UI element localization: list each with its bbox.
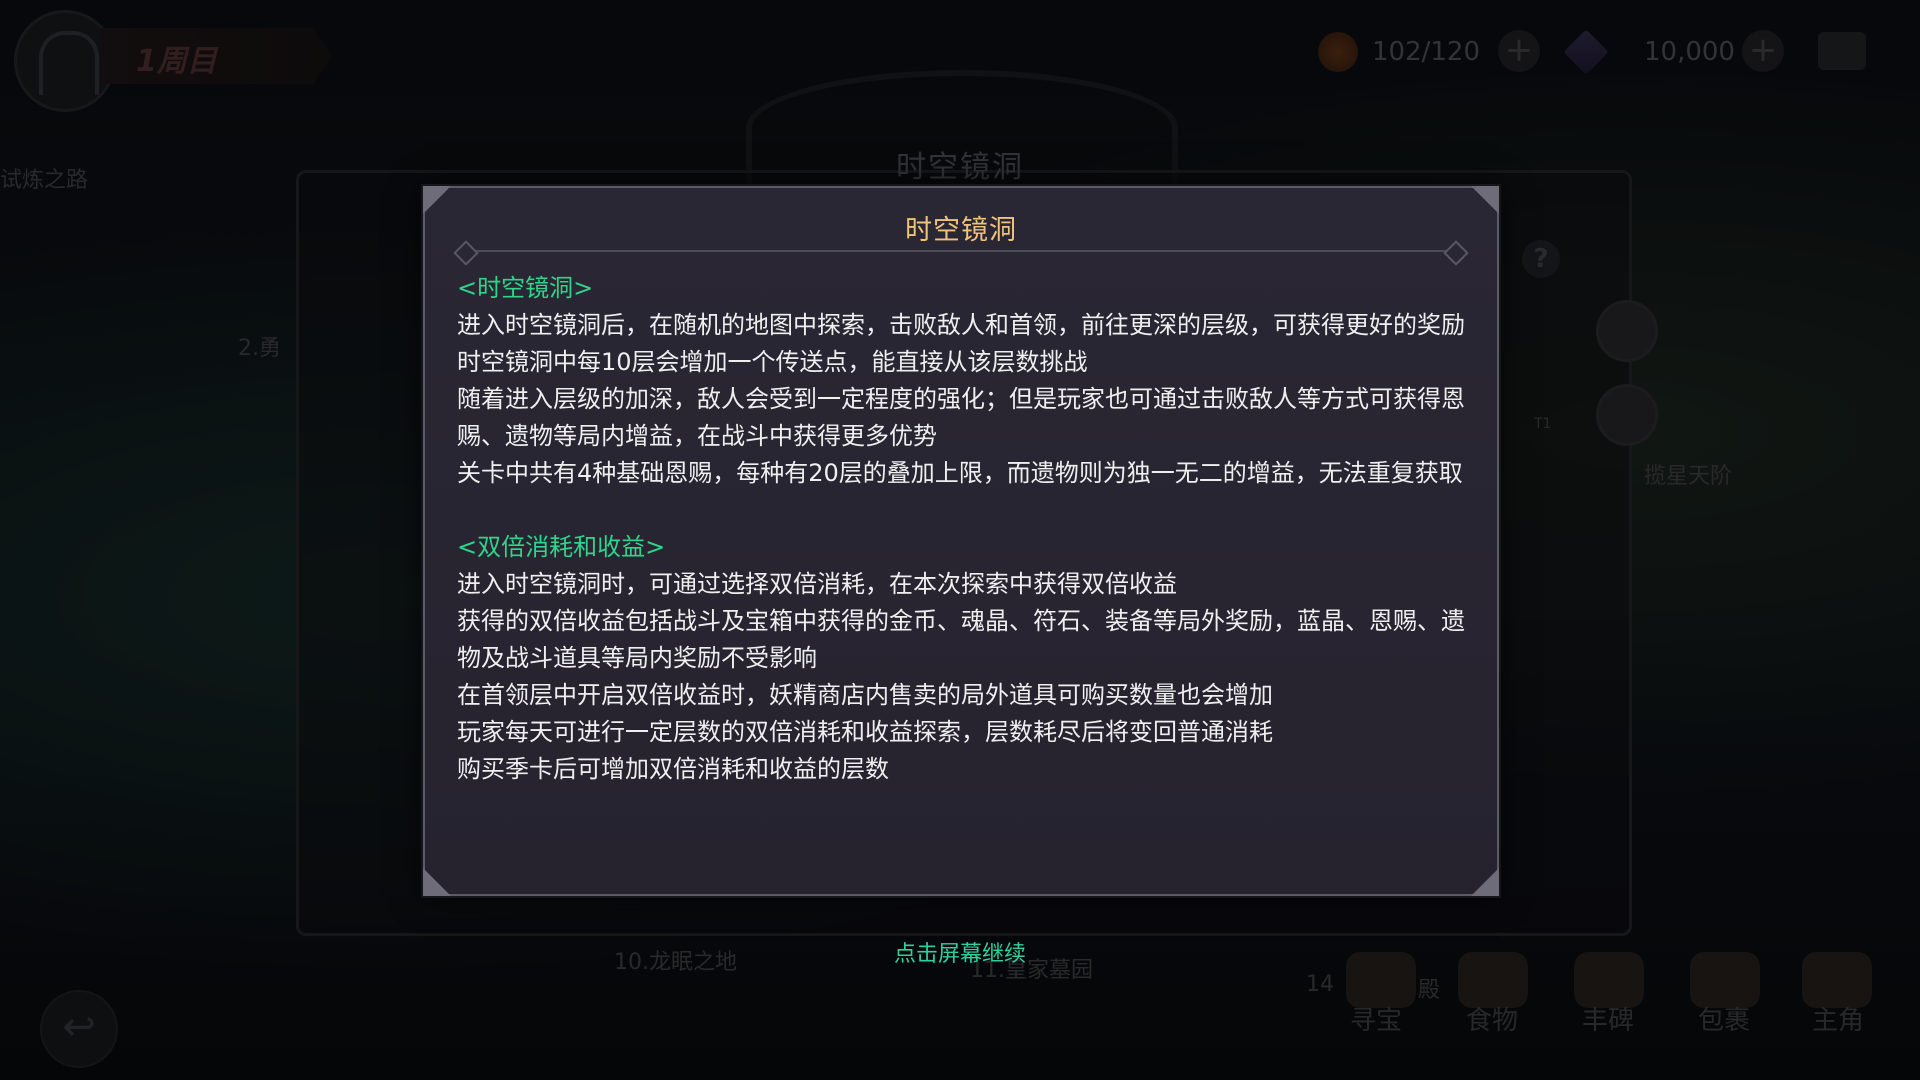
corner-ornament [423, 868, 451, 896]
tap-to-continue-hint[interactable]: 点击屏幕继续 [0, 936, 1920, 968]
dialog-content: <时空镜洞> 进入时空镜洞后，在随机的地图中探索，击败敌人和首领，前往更深的层级… [457, 270, 1475, 788]
corner-ornament [1471, 868, 1499, 896]
section-heading: <双倍消耗和收益> [457, 533, 666, 561]
paragraph: 进入时空镜洞时，可通过选择双倍消耗，在本次探索中获得双倍收益 [457, 570, 1177, 598]
dialog-title: 时空镜洞 [905, 215, 1017, 246]
paragraph: 随着进入层级的加深，敌人会受到一定程度的强化；但是玩家也可通过击败敌人等方式可获… [457, 385, 1465, 450]
paragraph: 关卡中共有4种基础恩赐，每种有20层的叠加上限，而遗物则为独一无二的增益，无法重… [457, 459, 1463, 487]
paragraph: 玩家每天可进行一定层数的双倍消耗和收益探索，层数耗尽后将变回普通消耗 [457, 718, 1273, 746]
paragraph: 购买季卡后可增加双倍消耗和收益的层数 [457, 755, 889, 783]
section-heading: <时空镜洞> [457, 274, 594, 302]
paragraph: 在首领层中开启双倍收益时，妖精商店内售卖的局外道具可购买数量也会增加 [457, 681, 1273, 709]
paragraph: 进入时空镜洞后，在随机的地图中探索，击败敌人和首领，前往更深的层级，可获得更好的… [457, 311, 1465, 339]
paragraph: 时空镜洞中每10层会增加一个传送点，能直接从该层数挑战 [457, 348, 1088, 376]
info-dialog: 时空镜洞 <时空镜洞> 进入时空镜洞后，在随机的地图中探索，击败敌人和首领，前往… [423, 186, 1499, 896]
title-divider [461, 250, 1461, 252]
paragraph: 获得的双倍收益包括战斗及宝箱中获得的金币、魂晶、符石、装备等局外奖励，蓝晶、恩赐… [457, 607, 1465, 672]
